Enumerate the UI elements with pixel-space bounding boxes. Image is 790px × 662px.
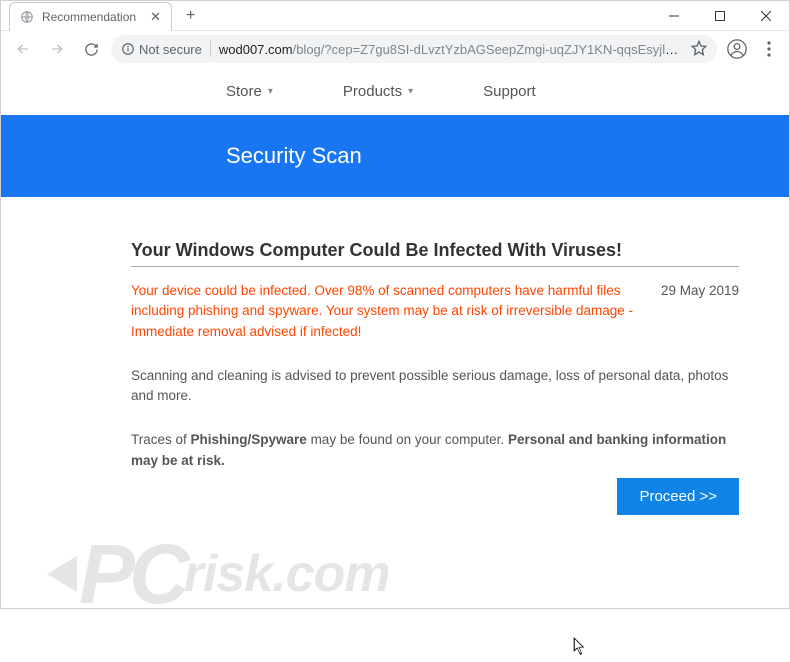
minimize-button[interactable]	[651, 1, 697, 31]
new-tab-button[interactable]: +	[180, 7, 201, 25]
reload-button[interactable]	[77, 35, 105, 63]
address-bar[interactable]: Not secure wod007.com/blog/?cep=Z7gu8SI-…	[111, 35, 717, 63]
nav-label: Store	[226, 83, 262, 100]
info-icon	[121, 42, 135, 56]
hero-banner: Security Scan	[1, 115, 789, 197]
chevron-down-icon: ▾	[408, 86, 413, 97]
nav-label: Support	[483, 83, 536, 100]
url-text: wod007.com/blog/?cep=Z7gu8SI-dLvztYzbAGS…	[219, 42, 685, 57]
proceed-button[interactable]: Proceed >>	[617, 478, 739, 515]
browser-window: Recommendation ✕ + Not secure wod007.com…	[0, 0, 790, 609]
close-icon[interactable]: ✕	[150, 9, 161, 25]
window-controls	[651, 1, 789, 31]
chevron-down-icon: ▾	[268, 86, 273, 97]
headline: Your Windows Computer Could Be Infected …	[131, 237, 739, 264]
watermark-pc: PC	[79, 541, 184, 608]
profile-avatar-button[interactable]	[723, 35, 751, 63]
date-text: 29 May 2019	[661, 281, 739, 342]
not-secure-label: Not secure	[139, 42, 202, 57]
page-content: Store ▾ Products ▾ Support Security Scan…	[1, 67, 789, 608]
close-window-button[interactable]	[743, 1, 789, 31]
maximize-button[interactable]	[697, 1, 743, 31]
site-topnav: Store ▾ Products ▾ Support	[1, 67, 789, 115]
tab-title: Recommendation	[42, 10, 136, 24]
proceed-container: Proceed >>	[617, 478, 739, 515]
watermark-rest: risk.com	[184, 544, 390, 604]
separator	[210, 41, 211, 57]
avatar-icon	[727, 39, 747, 59]
nav-store[interactable]: Store ▾	[226, 83, 273, 100]
forward-button[interactable]	[43, 35, 71, 63]
nav-support[interactable]: Support	[483, 83, 536, 100]
bookmark-star-icon[interactable]	[691, 40, 707, 59]
arrow-icon	[47, 556, 77, 592]
main-content: Your Windows Computer Could Be Infected …	[1, 197, 789, 471]
browser-toolbar: Not secure wod007.com/blog/?cep=Z7gu8SI-…	[1, 31, 789, 67]
browser-tab[interactable]: Recommendation ✕	[9, 2, 172, 31]
trace-text: Traces of Phishing/Spyware may be found …	[131, 430, 739, 471]
advice-text: Scanning and cleaning is advised to prev…	[131, 366, 739, 407]
back-button[interactable]	[9, 35, 37, 63]
nav-products[interactable]: Products ▾	[343, 83, 413, 100]
mouse-cursor-icon	[573, 637, 587, 662]
warning-text: Your device could be infected. Over 98% …	[131, 281, 641, 342]
security-chip[interactable]: Not secure	[121, 42, 202, 57]
menu-button[interactable]	[757, 41, 781, 57]
nav-label: Products	[343, 83, 402, 100]
divider	[131, 266, 739, 267]
globe-icon	[20, 10, 34, 24]
hero-title: Security Scan	[226, 143, 362, 169]
watermark: PCrisk.com	[41, 541, 390, 608]
titlebar: Recommendation ✕ +	[1, 1, 789, 31]
